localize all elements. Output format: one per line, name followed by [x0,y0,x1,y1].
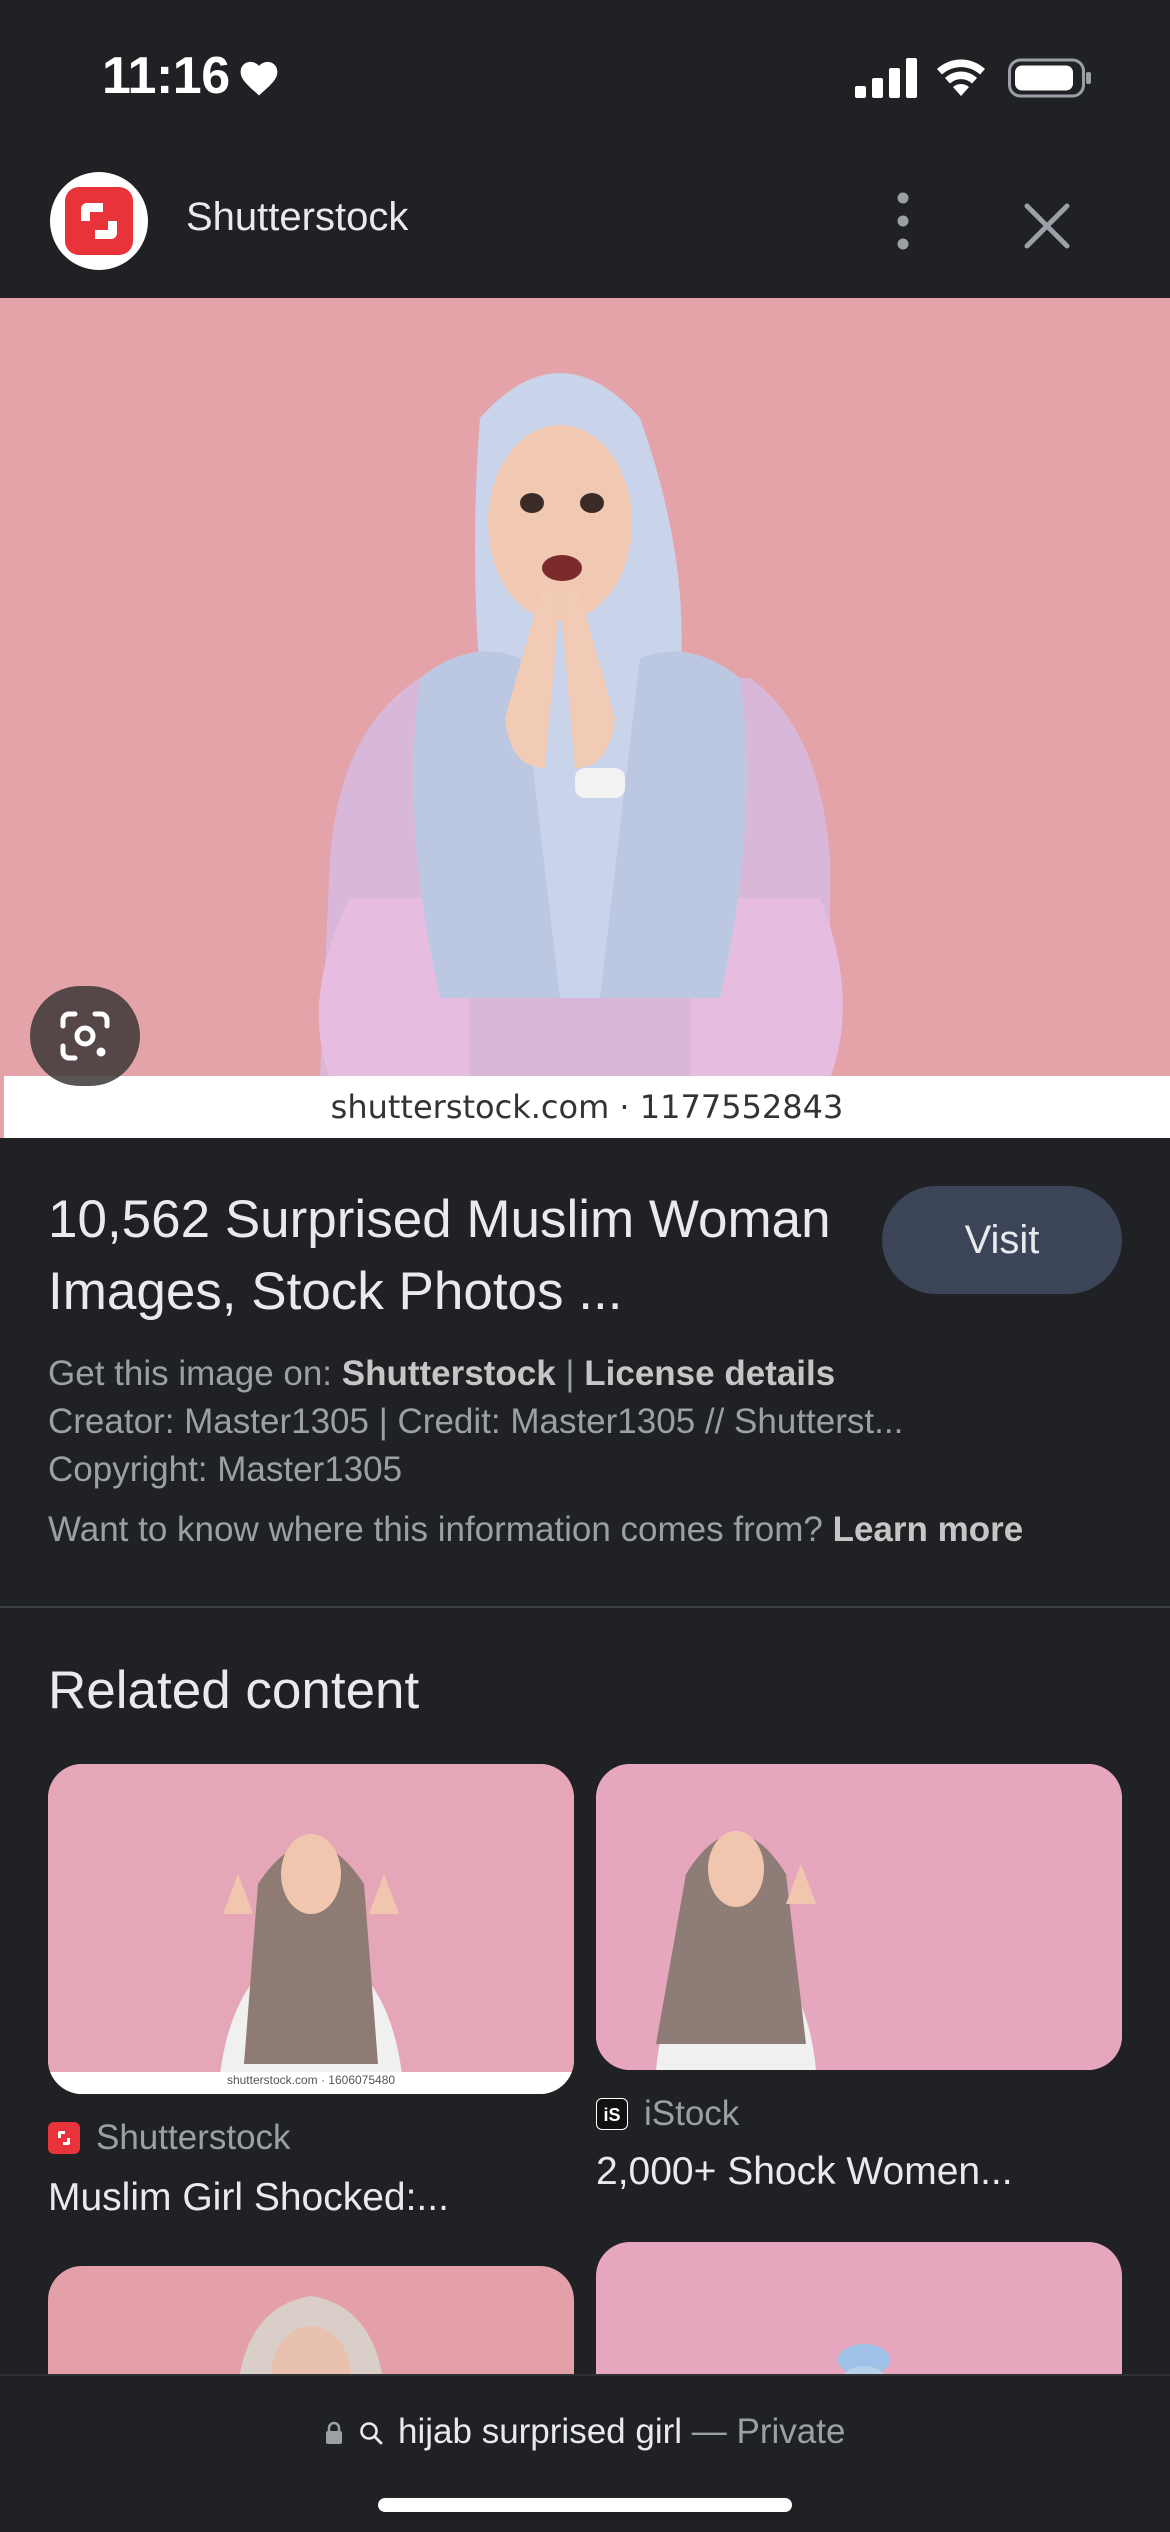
related-photo [48,1764,574,2094]
info-question: Want to know where this information come… [48,1510,833,1549]
related-photo [596,1764,1122,2070]
info-source-line: Want to know where this information come… [48,1510,1023,1550]
shutterstock-icon-mark [58,2131,70,2145]
source-link[interactable]: Shutterstock [342,1354,556,1393]
cellular-signal-icon [855,58,917,98]
visit-button[interactable]: Visit [882,1186,1122,1294]
related-source-name: Shutterstock [96,2118,291,2157]
related-watermark: shutterstock.com · 1606075480 [226,2073,396,2087]
google-lens-button[interactable] [30,986,140,1086]
istock-icon-mark: iS [597,2099,627,2129]
license-details-link[interactable]: License details [584,1354,835,1393]
site-name[interactable]: Shutterstock [186,195,408,240]
related-thumbnail[interactable]: shutterstock.com · 1606075480 [48,1764,574,2094]
istock-icon: iS [596,2098,628,2130]
lock-icon [325,2421,342,2444]
svg-text:iS: iS [603,2105,620,2125]
lens-icon [60,1011,110,1061]
image-source-line: Get this image on: Shutterstock | Licens… [48,1354,835,1394]
shutterstock-icon [48,2122,80,2154]
woman-photo [0,298,1170,1078]
divider [0,1606,1170,1608]
related-photo [838,2344,890,2394]
image-watermark-bar: shutterstock.com · 1177552843 [4,1076,1170,1138]
related-item[interactable]: iS iStock 2,000+ Shock Women... [596,1764,1122,2204]
related-source-name: iStock [644,2094,740,2133]
related-thumbnail[interactable] [596,1764,1122,2070]
related-title[interactable]: Muslim Girl Shocked:... [48,2176,574,2220]
viewer-header: Shutterstock [0,150,1170,298]
image-title[interactable]: 10,562 Surprised Muslim Woman Images, St… [48,1184,868,1328]
heart-icon [240,61,278,96]
close-icon[interactable] [1015,194,1079,258]
battery-icon [1008,58,1091,98]
status-bar: 11:16 [0,0,1170,150]
page: 11:16 Shutterstock shutterstock.com · 11… [0,0,1170,2532]
creator-credit-line: Creator: Master1305 | Credit: Master1305… [48,1402,904,1441]
shutterstock-logo[interactable] [50,172,148,270]
learn-more-link[interactable]: Learn more [833,1510,1024,1549]
home-indicator[interactable] [378,2498,792,2512]
related-source[interactable]: Shutterstock [48,2118,291,2158]
related-item[interactable]: shutterstock.com · 1606075480 Shuttersto… [48,1764,574,2244]
status-time: 11:16 [102,47,230,105]
image-watermark: shutterstock.com · 1177552843 [330,1088,844,1126]
related-item[interactable] [596,2242,1122,2442]
wifi-icon [937,59,985,96]
private-label: — Private [691,2412,846,2451]
url-row[interactable]: hijab surprised girl — Private [0,2412,1170,2452]
main-image[interactable]: shutterstock.com · 1177552843 [0,298,1170,1138]
related-title[interactable]: 2,000+ Shock Women... [596,2150,1122,2194]
address-bar[interactable]: hijab surprised girl — Private [0,2374,1170,2532]
related-item[interactable] [48,2266,574,2446]
related-source[interactable]: iS iStock [596,2094,739,2134]
related-photo [238,2296,384,2426]
search-icon [360,2422,383,2445]
more-options-icon[interactable] [882,186,924,256]
search-query: hijab surprised girl [398,2412,683,2451]
copyright-line: Copyright: Master1305 [48,1450,403,1489]
related-content-heading: Related content [48,1661,420,1720]
get-image-prefix: Get this image on: [48,1354,342,1393]
separator: | [555,1354,585,1393]
shutterstock-logo-mark [65,187,133,255]
